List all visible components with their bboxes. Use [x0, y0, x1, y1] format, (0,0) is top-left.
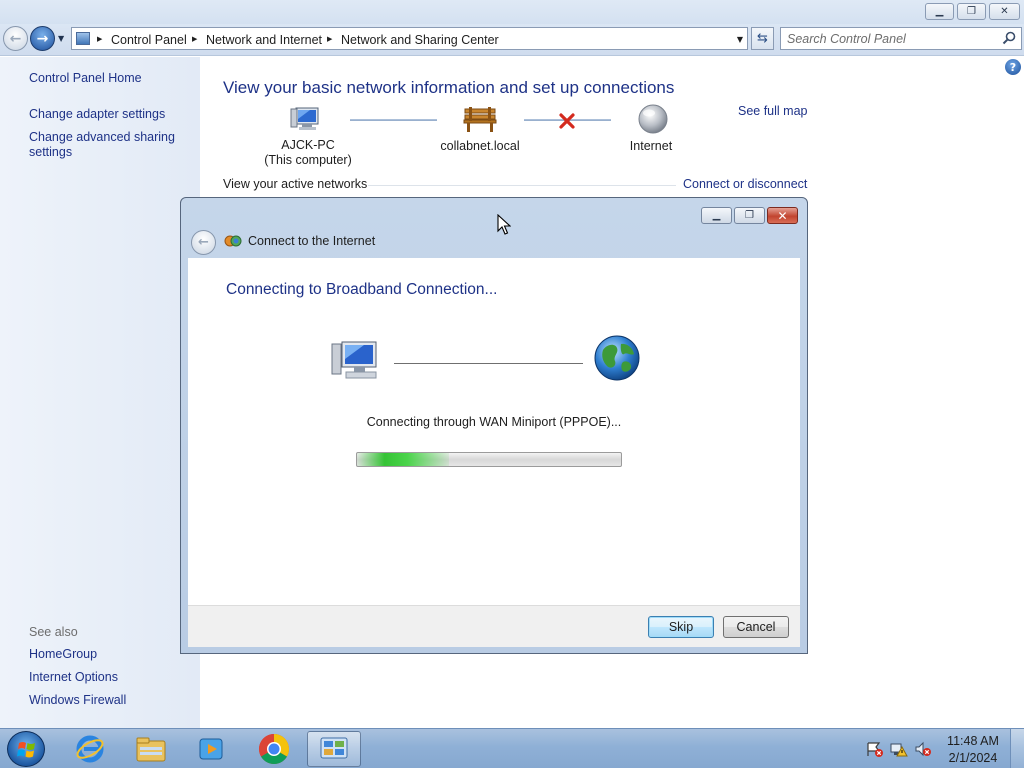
clock-time[interactable]: 11:48 AM: [940, 734, 1006, 748]
dialog-close-button[interactable]: ✕: [767, 207, 798, 224]
taskbar: 11:48 AM 2/1/2024: [0, 728, 1024, 768]
windows-logo-icon: [17, 742, 35, 758]
connect-or-disconnect-link[interactable]: Connect or disconnect: [683, 177, 807, 191]
see-also-heading: See also: [29, 625, 78, 639]
dialog-back-button[interactable]: ←: [191, 230, 216, 255]
computer-name: AJCK-PC: [281, 138, 335, 152]
taskbar-control-panel[interactable]: [307, 731, 361, 767]
cancel-button[interactable]: Cancel: [723, 616, 789, 638]
address-bar[interactable]: ▶ Control Panel ▶ Network and Internet ▶…: [71, 27, 748, 50]
link-change-adapter-settings[interactable]: Change adapter settings: [29, 107, 165, 122]
close-window-button[interactable]: ✕: [989, 3, 1020, 20]
active-networks-heading: View your active networks: [223, 177, 368, 191]
chrome-icon: [258, 734, 290, 765]
link-windows-firewall[interactable]: Windows Firewall: [29, 693, 126, 708]
network-wizard-icon: [224, 235, 242, 247]
computer-icon[interactable]: [290, 105, 322, 135]
windows-explorer-icon: [136, 737, 166, 762]
breadcrumb-separator-icon[interactable]: ▶: [327, 35, 332, 43]
restore-icon: ❐: [967, 6, 976, 17]
restore-button[interactable]: ❐: [957, 3, 986, 20]
internet-globe-icon[interactable]: [638, 104, 668, 134]
internet-explorer-icon: [76, 735, 104, 763]
minimize-button[interactable]: ▁: [925, 3, 954, 20]
breadcrumb-separator-icon[interactable]: ▶: [97, 35, 102, 43]
connection-status-text: Connecting through WAN Miniport (PPPOE).…: [366, 415, 622, 429]
taskbar-media-player[interactable]: [184, 731, 238, 767]
close-icon: ✕: [777, 208, 788, 223]
dialog-body: Connecting to Broadband Connection... Co…: [188, 258, 800, 605]
address-dropdown-icon[interactable]: ▼: [737, 35, 743, 44]
search-icon[interactable]: [1002, 31, 1016, 45]
forward-button[interactable]: →: [30, 26, 55, 51]
connect-to-internet-dialog: ▁ ❐ ✕ ← Connect to the Internet Connecti…: [180, 197, 808, 654]
computer-subtitle: (This computer): [264, 153, 352, 167]
back-arrow-icon: ←: [9, 30, 22, 47]
connection-line: [350, 119, 437, 121]
dialog-footer: Skip Cancel: [188, 605, 800, 647]
progress-bar: [356, 452, 622, 467]
internet-globe-icon: [594, 335, 640, 381]
link-homegroup[interactable]: HomeGroup: [29, 647, 97, 662]
breadcrumb-separator-icon[interactable]: ▶: [192, 35, 197, 43]
computer-icon: [331, 341, 377, 379]
refresh-button[interactable]: ⇆: [751, 27, 774, 50]
search-box[interactable]: [780, 27, 1022, 50]
search-input[interactable]: [787, 31, 997, 46]
disconnected-x-icon: [559, 113, 575, 129]
control-panel-icon: [76, 32, 90, 45]
internet-label: Internet: [629, 139, 673, 153]
mouse-cursor-icon: [497, 214, 511, 235]
recent-pages-dropdown-icon[interactable]: ▼: [58, 34, 64, 43]
forward-arrow-icon: →: [36, 30, 49, 47]
dialog-title: Connect to the Internet: [248, 234, 376, 248]
show-desktop-button[interactable]: [1010, 729, 1024, 768]
link-change-advanced-sharing-settings[interactable]: Change advanced sharing settings: [29, 130, 179, 160]
network-name-label: collabnet.local: [440, 139, 520, 153]
taskbar-internet-explorer[interactable]: [63, 731, 117, 767]
network-icon[interactable]: [890, 741, 908, 757]
connection-line: [394, 363, 583, 364]
see-full-map-link[interactable]: See full map: [738, 104, 807, 118]
minimize-icon: ▁: [712, 210, 721, 221]
control-panel-icon: [320, 737, 348, 759]
back-arrow-icon: ←: [198, 235, 209, 250]
computer-name-label: AJCK-PC (This computer): [258, 138, 358, 168]
dialog-minimize-button[interactable]: ▁: [701, 207, 732, 224]
divider: [368, 185, 676, 186]
skip-button[interactable]: Skip: [648, 616, 714, 638]
action-center-icon[interactable]: [866, 741, 884, 757]
breadcrumb-control-panel[interactable]: Control Panel: [111, 33, 187, 47]
minimize-icon: ▁: [935, 6, 944, 17]
dialog-titlebar[interactable]: ▁ ❐ ✕ ← Connect to the Internet: [181, 198, 807, 258]
close-icon: ✕: [1000, 6, 1009, 17]
progress-fill: [357, 453, 450, 466]
maximize-icon: ❐: [745, 210, 754, 221]
dialog-maximize-button[interactable]: ❐: [734, 207, 765, 224]
clock-date[interactable]: 2/1/2024: [940, 751, 1006, 765]
link-control-panel-home[interactable]: Control Panel Home: [29, 71, 142, 86]
taskbar-windows-explorer[interactable]: [124, 731, 178, 767]
breadcrumb-network-and-sharing-center[interactable]: Network and Sharing Center: [341, 33, 499, 47]
taskbar-chrome[interactable]: [247, 731, 301, 767]
start-button[interactable]: [7, 731, 45, 767]
navigation-bar: ← → ▼ ▶ Control Panel ▶ Network and Inte…: [0, 24, 1024, 56]
left-navigation-pane: Control Panel Home Change adapter settin…: [0, 57, 200, 728]
network-bench-icon[interactable]: [463, 105, 497, 133]
window-titlebar: ▁ ❐ ✕: [0, 0, 1024, 24]
link-internet-options[interactable]: Internet Options: [29, 670, 118, 685]
volume-muted-icon[interactable]: [914, 741, 932, 757]
page-title: View your basic network information and …: [223, 78, 675, 97]
back-button[interactable]: ←: [3, 26, 28, 51]
media-player-icon: [199, 738, 223, 760]
breadcrumb-network-and-internet[interactable]: Network and Internet: [206, 33, 322, 47]
help-icon[interactable]: ?: [1005, 59, 1021, 75]
dialog-heading: Connecting to Broadband Connection...: [226, 281, 498, 298]
refresh-icon: ⇆: [757, 31, 768, 46]
